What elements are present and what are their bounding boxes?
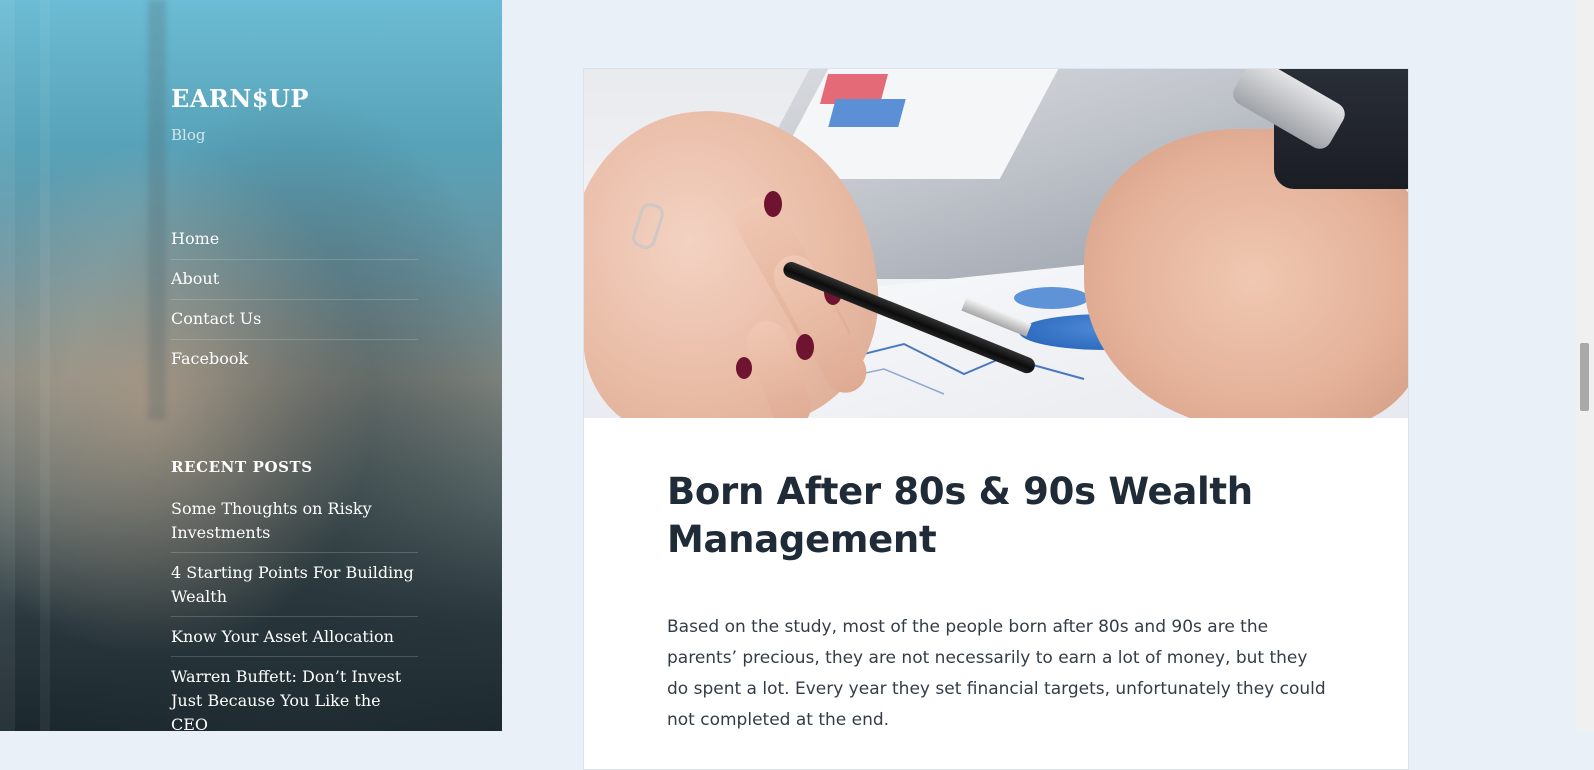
recent-post-link[interactable]: Warren Buffett: Don’t Invest Just Becaus… <box>171 657 418 731</box>
recent-post-link[interactable]: 4 Starting Points For Building Wealth <box>171 553 418 617</box>
fingernail <box>764 191 782 217</box>
nav-item-home[interactable]: Home <box>171 220 418 260</box>
recent-posts-heading: RECENT POSTS <box>171 458 313 476</box>
recent-post-link[interactable]: Know Your Asset Allocation <box>171 617 418 657</box>
nav-item-facebook[interactable]: Facebook <box>171 340 418 379</box>
nav-item-about[interactable]: About <box>171 260 418 300</box>
scrollbar-thumb[interactable] <box>1580 343 1589 411</box>
post-body: Born After 80s & 90s Wealth Management B… <box>667 468 1327 736</box>
recent-posts-list: Some Thoughts on Risky Investments 4 Sta… <box>171 497 418 731</box>
sidebar: EARN$UP Blog Home About Contact Us Faceb… <box>0 0 502 731</box>
page-scrollbar[interactable] <box>1576 0 1594 731</box>
fingernail <box>736 357 752 379</box>
nav-item-contact-us[interactable]: Contact Us <box>171 300 418 340</box>
site-description: Blog <box>171 126 206 144</box>
post-excerpt: Based on the study, most of the people b… <box>667 617 1326 730</box>
recent-post-link[interactable]: Some Thoughts on Risky Investments <box>171 497 418 553</box>
post-card: Born After 80s & 90s Wealth Management B… <box>583 68 1409 770</box>
main-navigation: Home About Contact Us Facebook <box>171 220 418 379</box>
post-title[interactable]: Born After 80s & 90s Wealth Management <box>667 468 1327 564</box>
sidebar-background-image <box>148 0 166 420</box>
featured-image[interactable] <box>584 69 1408 418</box>
site-title[interactable]: EARN$UP <box>171 84 309 113</box>
pie-chart-small <box>1014 287 1089 309</box>
fingernail <box>796 334 814 360</box>
screen-chart-blue <box>828 99 906 127</box>
